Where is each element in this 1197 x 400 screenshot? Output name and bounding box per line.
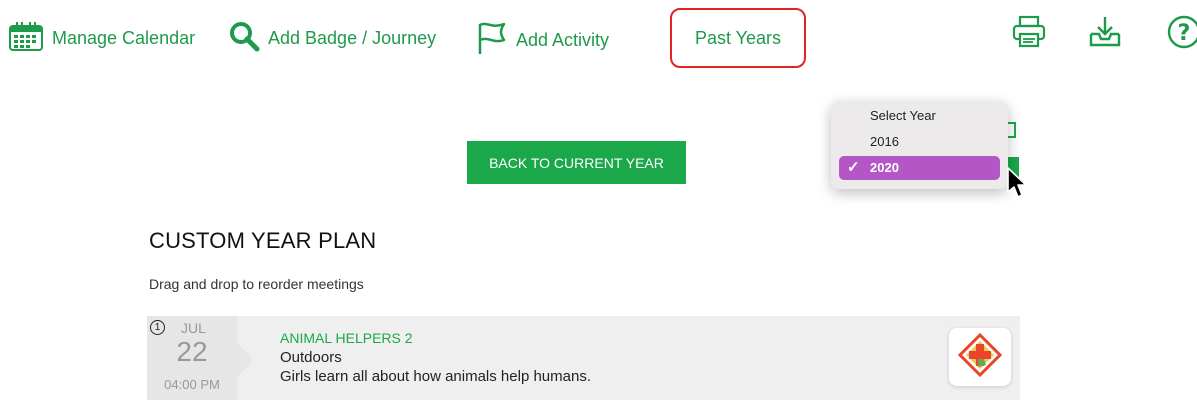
- meeting-category: Outdoors: [280, 349, 342, 366]
- toolbar: Manage Calendar Add Badge / Journey Add …: [0, 0, 1197, 80]
- manage-calendar-button[interactable]: Manage Calendar: [8, 20, 195, 57]
- back-to-current-year-label: BACK TO CURRENT YEAR: [489, 154, 664, 171]
- cursor-icon: [1006, 166, 1028, 205]
- calendar-icon: [8, 20, 44, 57]
- add-activity-label: Add Activity: [516, 30, 610, 50]
- meeting-time: 04:00 PM: [164, 377, 220, 392]
- date-arrow: [237, 342, 253, 378]
- year-option-2016[interactable]: 2016: [839, 130, 1000, 154]
- meeting-month: JUL: [181, 320, 206, 336]
- checkmark-icon: ✓: [847, 159, 860, 176]
- meeting-number: 1: [150, 320, 165, 335]
- past-years-label: Past Years: [694, 27, 782, 48]
- past-years-button[interactable]: Past Years: [670, 8, 806, 68]
- year-select-edge: [1008, 122, 1016, 138]
- search-icon: [228, 20, 260, 57]
- back-to-current-year-button[interactable]: BACK TO CURRENT YEAR: [467, 141, 686, 184]
- page-title: CUSTOM YEAR PLAN: [149, 228, 377, 253]
- badge-icon: [957, 332, 1003, 382]
- badge-card[interactable]: [949, 328, 1011, 386]
- meeting-row[interactable]: 1 JUL 22 04:00 PM ANIMAL HELPERS 2 Outdo…: [147, 316, 1020, 400]
- year-option-2020[interactable]: ✓ 2020: [839, 156, 1000, 180]
- page-subtitle: Drag and drop to reorder meetings: [149, 276, 364, 292]
- manage-calendar-label: Manage Calendar: [52, 28, 196, 48]
- flag-icon: [476, 20, 508, 61]
- add-activity-button[interactable]: Add Activity: [476, 20, 609, 61]
- add-badge-journey-button[interactable]: Add Badge / Journey: [228, 20, 436, 57]
- meeting-date: 1 JUL 22 04:00 PM: [147, 316, 237, 400]
- help-icon[interactable]: ?: [1166, 14, 1197, 55]
- svg-text:?: ?: [1178, 21, 1191, 46]
- download-icon[interactable]: [1087, 14, 1123, 55]
- printer-icon[interactable]: [1011, 14, 1047, 55]
- year-option-select[interactable]: Select Year: [839, 104, 1000, 128]
- add-badge-journey-label: Add Badge / Journey: [268, 28, 437, 48]
- meeting-description: Girls learn all about how animals help h…: [280, 368, 591, 385]
- meeting-day: 22: [176, 336, 208, 367]
- year-dropdown[interactable]: Select Year 2016 ✓ 2020: [831, 101, 1008, 189]
- meeting-title[interactable]: ANIMAL HELPERS 2: [280, 330, 413, 346]
